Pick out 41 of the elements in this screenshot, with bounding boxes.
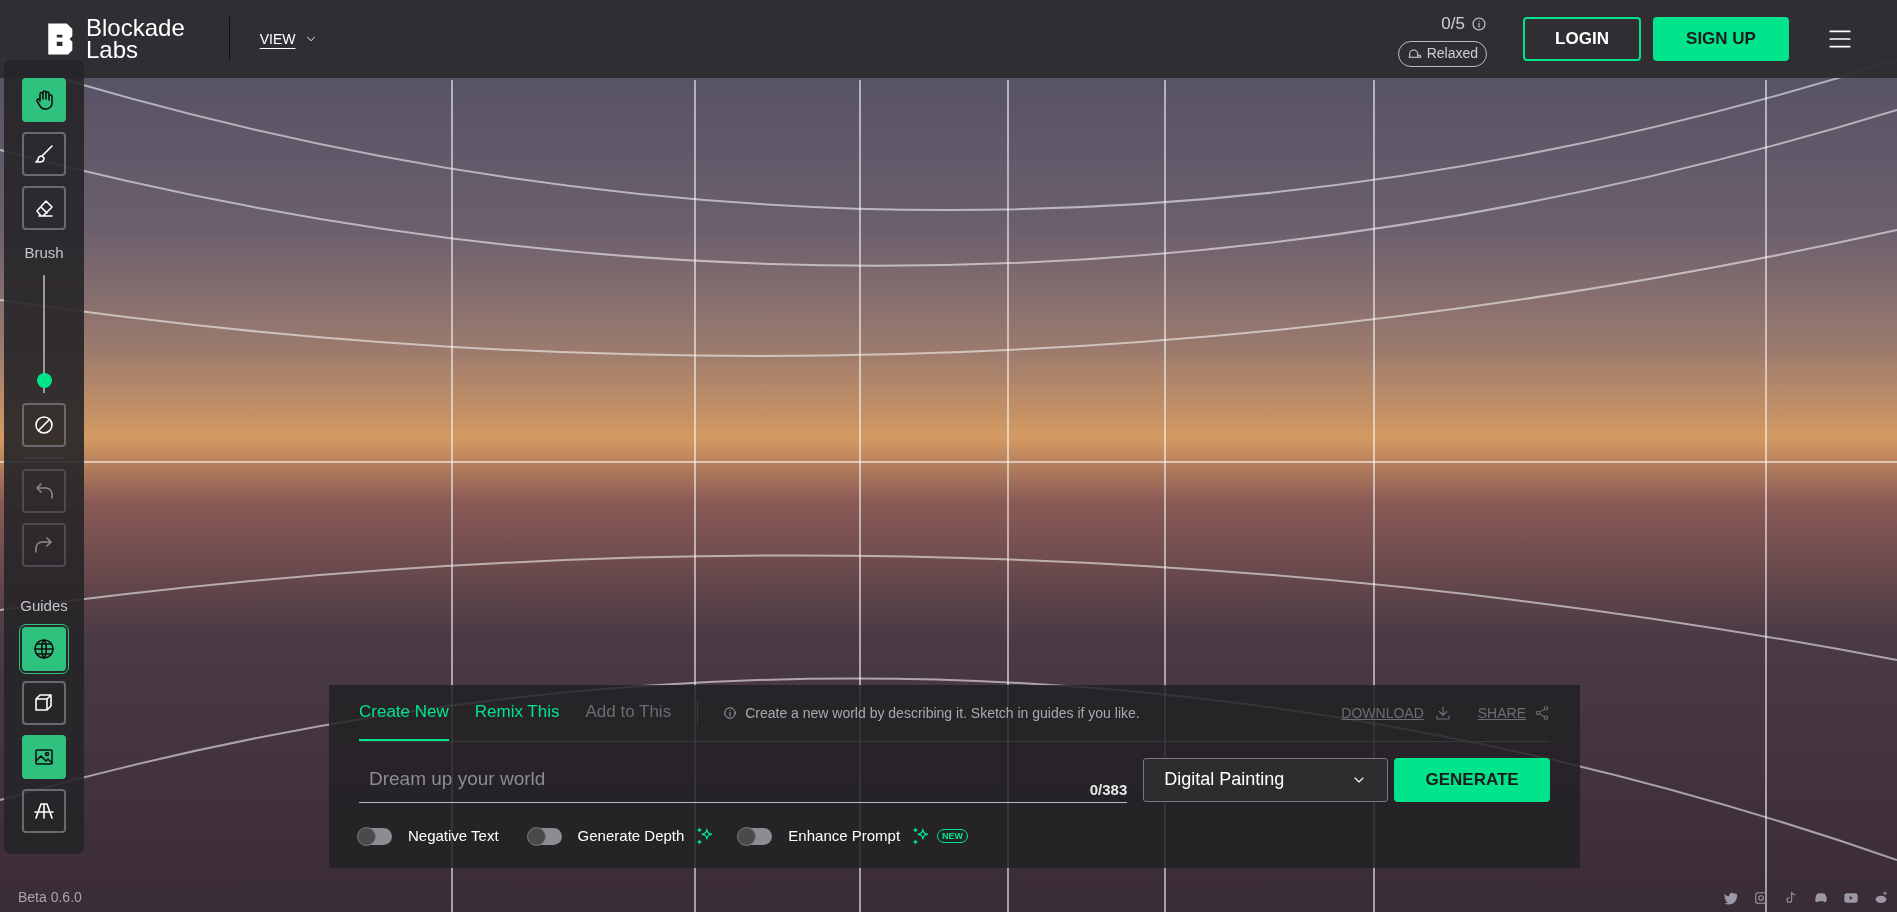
brush-icon xyxy=(32,142,56,166)
tool-button[interactable] xyxy=(22,132,66,176)
globe-icon xyxy=(32,637,56,661)
sign-up-button[interactable]: SIGN UP xyxy=(1653,17,1789,61)
bird-icon[interactable] xyxy=(1723,890,1739,906)
brush-size-slider[interactable] xyxy=(35,274,53,393)
tool-button[interactable] xyxy=(22,78,66,122)
prompt-field[interactable]: Dream up your world xyxy=(359,756,1090,802)
toggle-switch[interactable] xyxy=(528,827,562,845)
info-icon xyxy=(1471,16,1487,32)
panel-tab[interactable]: Remix This xyxy=(474,685,560,741)
credits-count: 0/5 xyxy=(1441,13,1465,36)
clear-button[interactable] xyxy=(22,402,66,447)
slider-thumb[interactable] xyxy=(36,373,52,389)
style-dropdown[interactable]: Digital Painting xyxy=(1143,757,1389,802)
toggle-switch[interactable] xyxy=(359,827,392,845)
guide-button[interactable] xyxy=(22,681,66,725)
toggle-switch[interactable] xyxy=(739,827,773,845)
info-icon xyxy=(723,706,738,720)
hint-text: Create a new world by describing it. Sketch in guides if you like. xyxy=(745,703,1140,723)
version-label: Beta 0.6.0 xyxy=(18,888,82,907)
camera-icon[interactable] xyxy=(1753,890,1769,906)
guide-button[interactable] xyxy=(22,627,66,671)
guides-label: Guides xyxy=(20,595,68,616)
tool-button[interactable] xyxy=(22,186,66,230)
guide-button[interactable] xyxy=(22,789,66,833)
logo-text: Blockade Labs xyxy=(86,17,185,61)
login-button[interactable]: LOGIN xyxy=(1523,17,1641,61)
view-menu[interactable]: VIEW xyxy=(259,28,318,50)
generate-button[interactable]: GENERATE xyxy=(1394,757,1550,802)
share-icon xyxy=(1534,705,1550,721)
download-icon xyxy=(1433,704,1452,722)
toggle-label: Negative Text xyxy=(408,826,499,846)
toggle-label: Enhance Prompt xyxy=(788,826,901,846)
play-icon[interactable] xyxy=(1843,890,1859,906)
toggle-label: Generate Depth xyxy=(577,826,685,846)
music-note-icon[interactable] xyxy=(1783,890,1799,906)
panel-tab[interactable]: Create New xyxy=(359,685,449,741)
character-counter: 0/383 xyxy=(1089,779,1128,800)
guide-button[interactable] xyxy=(22,735,66,779)
brush-label: Brush xyxy=(24,243,64,263)
